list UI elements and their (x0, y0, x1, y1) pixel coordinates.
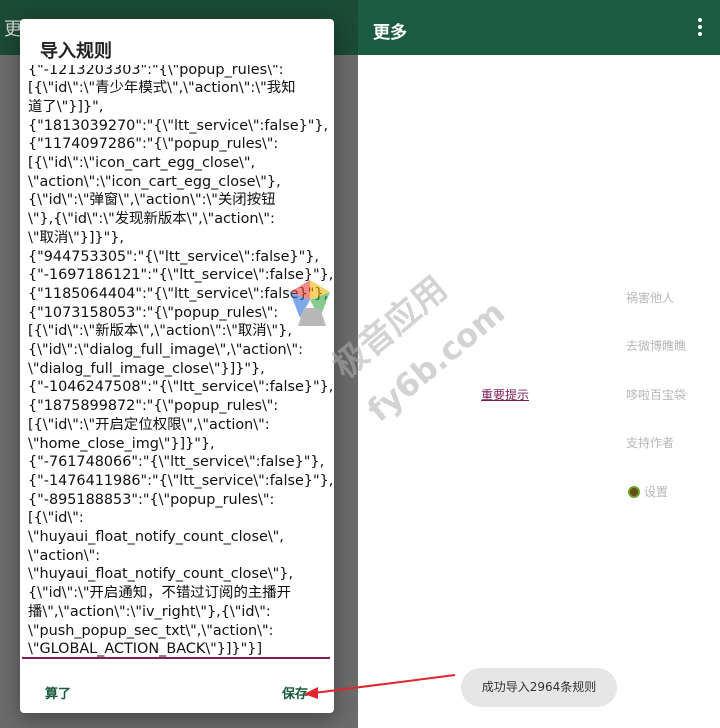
rule-line: {"-1697186121":"{\"ltt_service\":false}"… (28, 267, 334, 284)
rule-line: [{\"id\":\"青少年模式\",\"action\":\"我知 (28, 80, 296, 97)
menu-item-doraemon-pocket[interactable]: 哆啦百宝袋 (626, 386, 686, 403)
rule-line: [{\"id\": (28, 510, 84, 527)
rule-line: \"},{\"id\":\"发现新版本\",\"action\": (28, 211, 275, 228)
rule-line: {"-761748066":"{\"ltt_service\":false}"}… (28, 454, 325, 471)
menu-item-harm-others[interactable]: 祸害他人 (626, 289, 674, 306)
dialog-title: 导入规则 (40, 41, 112, 62)
more-screen: 更多 祸害他人 去微博瞧瞧 哆啦百宝袋 支持作者 重要提示 设置 成功导入296… (358, 0, 720, 728)
rules-text-input[interactable]: {"-1213203303":"{\"popup_rules\": [{\"id\… (20, 65, 334, 659)
rule-line: [{\"id\":\"icon_cart_egg_close\", (28, 155, 256, 172)
annotation-arrow-icon (304, 674, 456, 699)
menu-item-support-author[interactable]: 支持作者 (626, 434, 674, 451)
import-rules-dialog: 导入规则 {"-1213203303":"{\"popup_rules\": [{… (20, 19, 334, 713)
rule-line: 播\",\"action\":\"iv_right\"},{\"id\": (28, 603, 271, 620)
rule-line: {"-1476411986":"{\"ltt_service\":false}"… (28, 472, 334, 489)
right-toolbar: 更多 (358, 0, 720, 55)
settings-item[interactable]: 设置 (628, 483, 668, 500)
rule-line: {\"id\":\"弹窗\",\"action\":\"关闭按钮 (28, 192, 276, 209)
rule-line: {"1813039270":"{\"ltt_service\":false}"}… (28, 117, 329, 134)
rules-text-content: {"-1213203303":"{\"popup_rules\": [{\"id\… (20, 65, 334, 659)
rule-line: \"huyaui_float_notify_count_close\", (28, 529, 284, 546)
rule-line: \"action\": (28, 547, 101, 564)
cancel-button[interactable]: 算了 (45, 683, 71, 702)
menu-item-weibo[interactable]: 去微博瞧瞧 (626, 337, 686, 354)
rule-line: {"-1046247508":"{\"ltt_service\":false}"… (28, 379, 334, 396)
rule-line: {"944753305":"{\"ltt_service\":false}"}, (28, 248, 319, 265)
kiwi-icon (628, 486, 640, 498)
rule-line: \"取消\"}]}"}, (28, 229, 124, 246)
rule-line: [{\"id\":\"新版本\",\"action\":\"取消\"}, (28, 323, 292, 340)
input-underline (22, 657, 330, 659)
settings-label: 设置 (644, 485, 669, 499)
rule-line: 道了\"}]}", (28, 98, 104, 115)
rule-line: \"action\":\"icon_cart_egg_close\"}, (28, 173, 281, 190)
rule-line: {"1185064404":"{\"ltt_service\":false}"}… (28, 285, 329, 302)
rule-line: {"1073158053":"{\"popup_rules\": (28, 304, 279, 321)
rule-line: {"-1213203303":"{\"popup_rules\": (28, 65, 284, 78)
rule-line: {\"id\":\"dialog_full_image\",\"action\"… (28, 342, 303, 359)
rule-line: {"-895188853":"{\"popup_rules\": (28, 491, 275, 508)
rule-line: \"home_close_img\"}]}"}, (28, 435, 215, 452)
rule-line: \"dialog_full_image_close\"}]}"}, (28, 360, 265, 377)
import-success-toast: 成功导入2964条规则 (461, 668, 617, 707)
rule-line: \"huyaui_float_notify_count_close\"}, (28, 566, 294, 583)
rule-line: [{\"id\":\"开启定位权限\",\"action\": (28, 416, 270, 433)
rule-line: \"push_popup_sec_txt\",\"action\": (28, 622, 274, 639)
rule-line: {\"id\":\"开启通知，不错过订阅的主播开 (28, 585, 292, 602)
rule-line: {"1875899872":"{\"popup_rules\": (28, 398, 279, 415)
page-title: 更多 (373, 23, 407, 43)
overflow-menu-icon[interactable] (693, 18, 707, 38)
important-notice-link[interactable]: 重要提示 (481, 386, 529, 403)
rule-line: {"1174097286":"{\"popup_rules\": (28, 136, 279, 153)
